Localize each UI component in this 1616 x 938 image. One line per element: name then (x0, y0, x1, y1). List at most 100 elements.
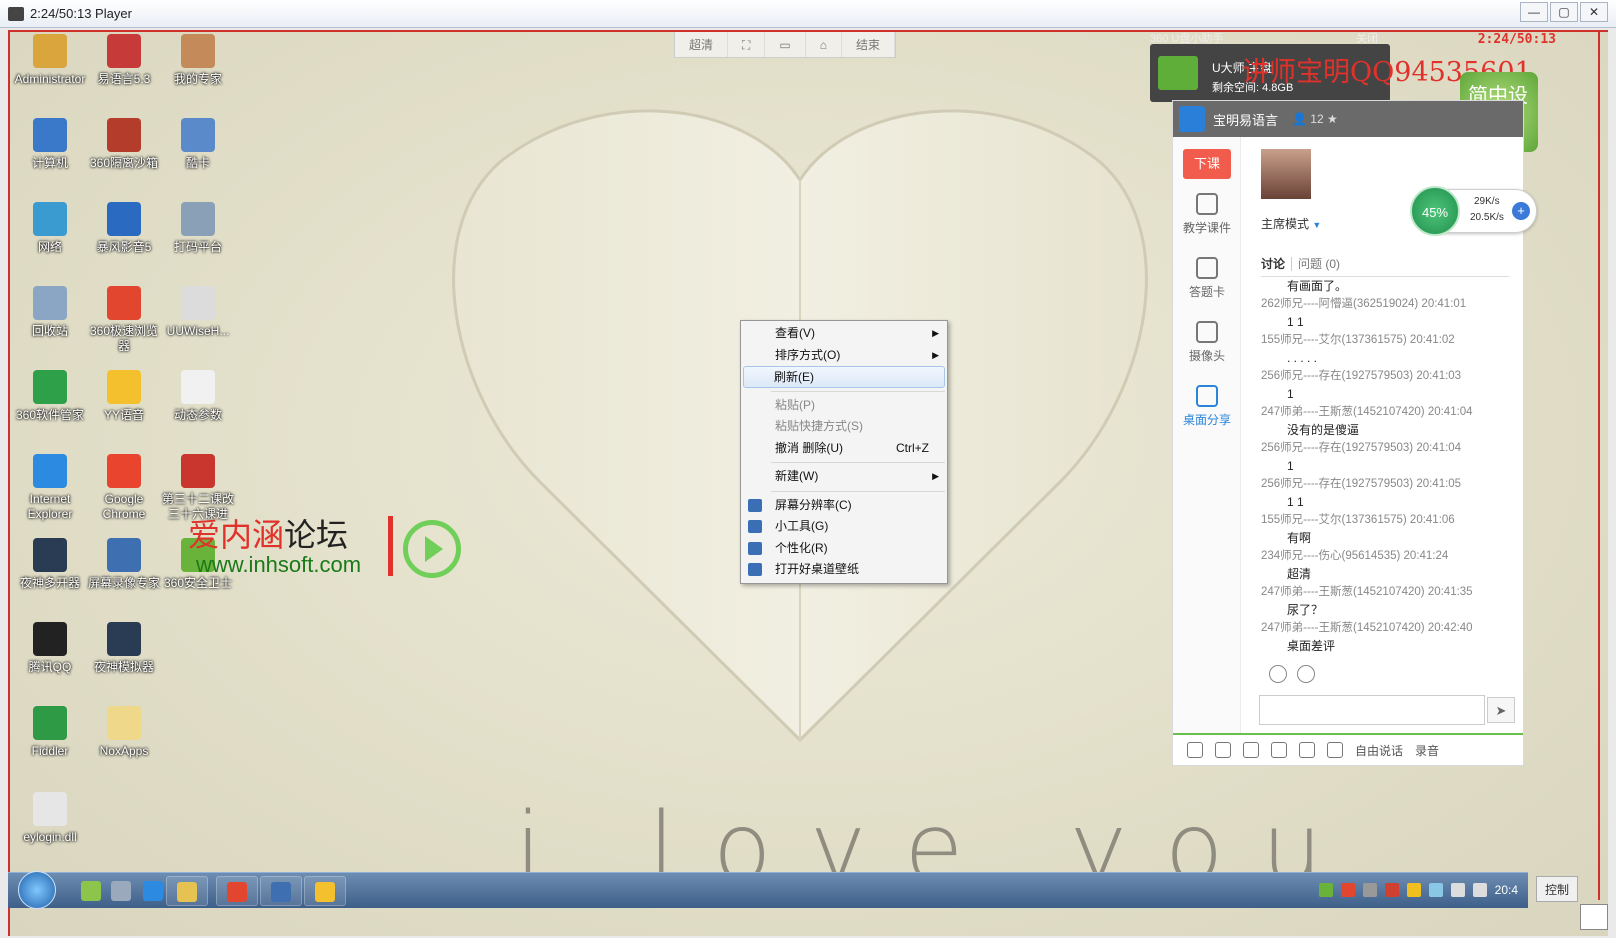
desktop-icon[interactable]: 360极速浏览器 (86, 286, 162, 354)
tray-monster-icon[interactable] (1384, 883, 1399, 897)
answer-card-button[interactable]: 答题卡 (1173, 257, 1241, 300)
tray-plus-icon[interactable] (1406, 883, 1421, 897)
tab-discuss[interactable]: 讨论 (1261, 257, 1285, 271)
desktop-icon-label: 打码平台 (173, 240, 222, 254)
tip-title: 360 U盘小助手 (1150, 33, 1224, 45)
context-menu: 查看(V) ▶ 排序方式(O) ▶ 刷新(E) 粘贴(P) 粘贴快捷方式(S) 撤消 删除(U… (740, 320, 948, 584)
desktop-icon[interactable]: 屏幕录像专家 (86, 538, 162, 591)
menu-item[interactable]: 小工具(G) (741, 516, 947, 538)
desktop-icon[interactable]: YY语音 (86, 370, 162, 423)
desktop-icon[interactable]: 动态参数 (160, 370, 236, 423)
desktop-icon[interactable]: 回收站 (12, 286, 88, 339)
free-talk-button[interactable]: 自由说话 (1355, 742, 1403, 759)
mode-selector[interactable]: 主席模式 ▼ (1261, 215, 1321, 232)
desktop-icon[interactable]: Administrator (12, 34, 88, 87)
close-button[interactable]: ✕ (1580, 2, 1608, 22)
control-button[interactable]: 控制 (1536, 876, 1578, 902)
desktop-icon[interactable]: eylogin.dll (12, 792, 88, 845)
menu-item-icon (748, 563, 762, 576)
tray-tool-icon[interactable] (1362, 883, 1377, 897)
desktop-icon[interactable]: 夜神模拟器 (86, 622, 162, 675)
chat-message: 有啊 (1287, 531, 1312, 545)
menu-item-icon (748, 498, 762, 512)
desktop-icon-label: 动态参数 (173, 408, 222, 422)
desktop-icon[interactable]: NoxApps (86, 706, 162, 759)
desktop-icon[interactable]: 我的专家 (160, 34, 236, 87)
desktop-share-button[interactable]: 桌面分享 (1173, 385, 1241, 428)
shield-icon (1158, 56, 1198, 90)
taskbar-explorer-icon[interactable] (166, 876, 208, 906)
menu-item[interactable]: 屏幕分辨率(C) (741, 495, 947, 517)
app-icon (33, 538, 67, 572)
emoji-icon[interactable] (1269, 665, 1287, 683)
control-box-icon[interactable] (1580, 904, 1608, 930)
desktop-icon[interactable]: 360软件管家 (12, 370, 88, 423)
home-icon[interactable] (1179, 106, 1205, 132)
music-icon[interactable] (1299, 742, 1315, 758)
desktop-icon[interactable]: Fiddler (12, 706, 88, 759)
chat-meta: 247师弟----王斯葱(1452107420) 20:41:35 (1261, 586, 1473, 598)
maximize-button[interactable]: ▢ (1550, 2, 1578, 22)
record-button[interactable]: 录音 (1415, 742, 1439, 759)
send-icon[interactable]: ➤ (1487, 697, 1515, 723)
plus-icon[interactable]: + (1512, 202, 1530, 220)
volume-icon[interactable] (1472, 883, 1487, 897)
network-icon[interactable] (1450, 883, 1465, 897)
microphone-icon[interactable] (1271, 742, 1287, 758)
desktop-icon[interactable]: 360隔离沙箱 (86, 118, 162, 171)
menu-item[interactable]: 排序方式(O) ▶ (741, 345, 947, 367)
menu-item[interactable]: 撤消 删除(U) Ctrl+Z (741, 438, 947, 460)
chat-input[interactable] (1259, 695, 1485, 725)
menu-item[interactable]: 打开好桌道壁纸 (741, 559, 947, 581)
chat-meta: 256师兄----存在(1927579503) 20:41:03 (1261, 370, 1462, 382)
clock[interactable]: 20:4 (1495, 883, 1518, 897)
menu-item[interactable]: 个性化(R) (741, 538, 947, 560)
equalizer-icon[interactable] (1327, 742, 1343, 758)
tray-app-icon[interactable] (1340, 883, 1355, 897)
speaker-icon[interactable] (1243, 742, 1259, 758)
app-icon (107, 622, 141, 656)
menu-item[interactable]: 查看(V) ▶ (741, 323, 947, 345)
camera-button[interactable]: 摄像头 (1173, 321, 1241, 364)
desktop-icon[interactable]: 夜神多开器 (12, 538, 88, 591)
tray-shield-icon[interactable] (1428, 883, 1443, 897)
desktop-icon[interactable]: 易语言5.3 (86, 34, 162, 87)
desktop-icon[interactable]: 酷卡 (160, 118, 236, 171)
exit-icon[interactable] (1187, 742, 1203, 758)
menu-item[interactable]: 新建(W) ▶ (741, 466, 947, 488)
end-class-button[interactable]: 下课 (1183, 149, 1231, 179)
window-icon[interactable]: ▭ (765, 32, 806, 57)
fullscreen-icon[interactable]: ⛶ (728, 32, 766, 57)
desktop-icon-label: 360隔离沙箱 (89, 156, 159, 170)
panel-header: 宝明易语言 👤 12 ★ (1173, 101, 1523, 137)
chevron-right-icon: ▶ (932, 471, 939, 481)
desktop-icon-label: Internet Explorer (27, 492, 73, 521)
taskbar-browser-icon[interactable] (216, 876, 258, 906)
battery-icon[interactable] (1318, 883, 1333, 897)
desktop-icon[interactable]: 网络 (12, 202, 88, 255)
menu-item-label: 查看(V) (775, 326, 815, 340)
tab-questions[interactable]: 问题 (0) (1291, 257, 1341, 271)
tip-close-button[interactable]: 关闭 (1356, 32, 1378, 46)
minimize-button[interactable]: — (1520, 2, 1548, 22)
desktop-icon[interactable]: 计算机 (12, 118, 88, 171)
flower-icon[interactable] (1297, 665, 1315, 683)
end-button[interactable]: 结束 (842, 32, 896, 57)
menu-separator (771, 462, 945, 463)
start-button[interactable] (18, 871, 56, 909)
overlay-time: 2:24/50:13 (1477, 32, 1556, 47)
desktop-icon[interactable]: UUWiseH... (160, 286, 236, 339)
desktop-icon[interactable]: 腾讯QQ (12, 622, 88, 675)
taskbar-recorder-icon[interactable] (260, 876, 302, 906)
gear-icon[interactable] (1215, 742, 1231, 758)
desktop-icon[interactable]: Internet Explorer (12, 454, 88, 522)
desktop-icon[interactable]: 暴风影音5 (86, 202, 162, 255)
home-icon[interactable]: ⌂ (806, 32, 843, 57)
taskbar-yy-icon[interactable] (304, 876, 346, 906)
courseware-button[interactable]: 教学课件 (1173, 193, 1241, 236)
chat-tabs: 讨论 问题 (0) (1261, 255, 1509, 277)
desktop-icon[interactable]: Google Chrome (86, 454, 162, 522)
menu-item[interactable]: 刷新(E) (743, 366, 945, 388)
desktop-icon[interactable]: 打码平台 (160, 202, 236, 255)
hd-button[interactable]: 超清 (675, 32, 729, 57)
